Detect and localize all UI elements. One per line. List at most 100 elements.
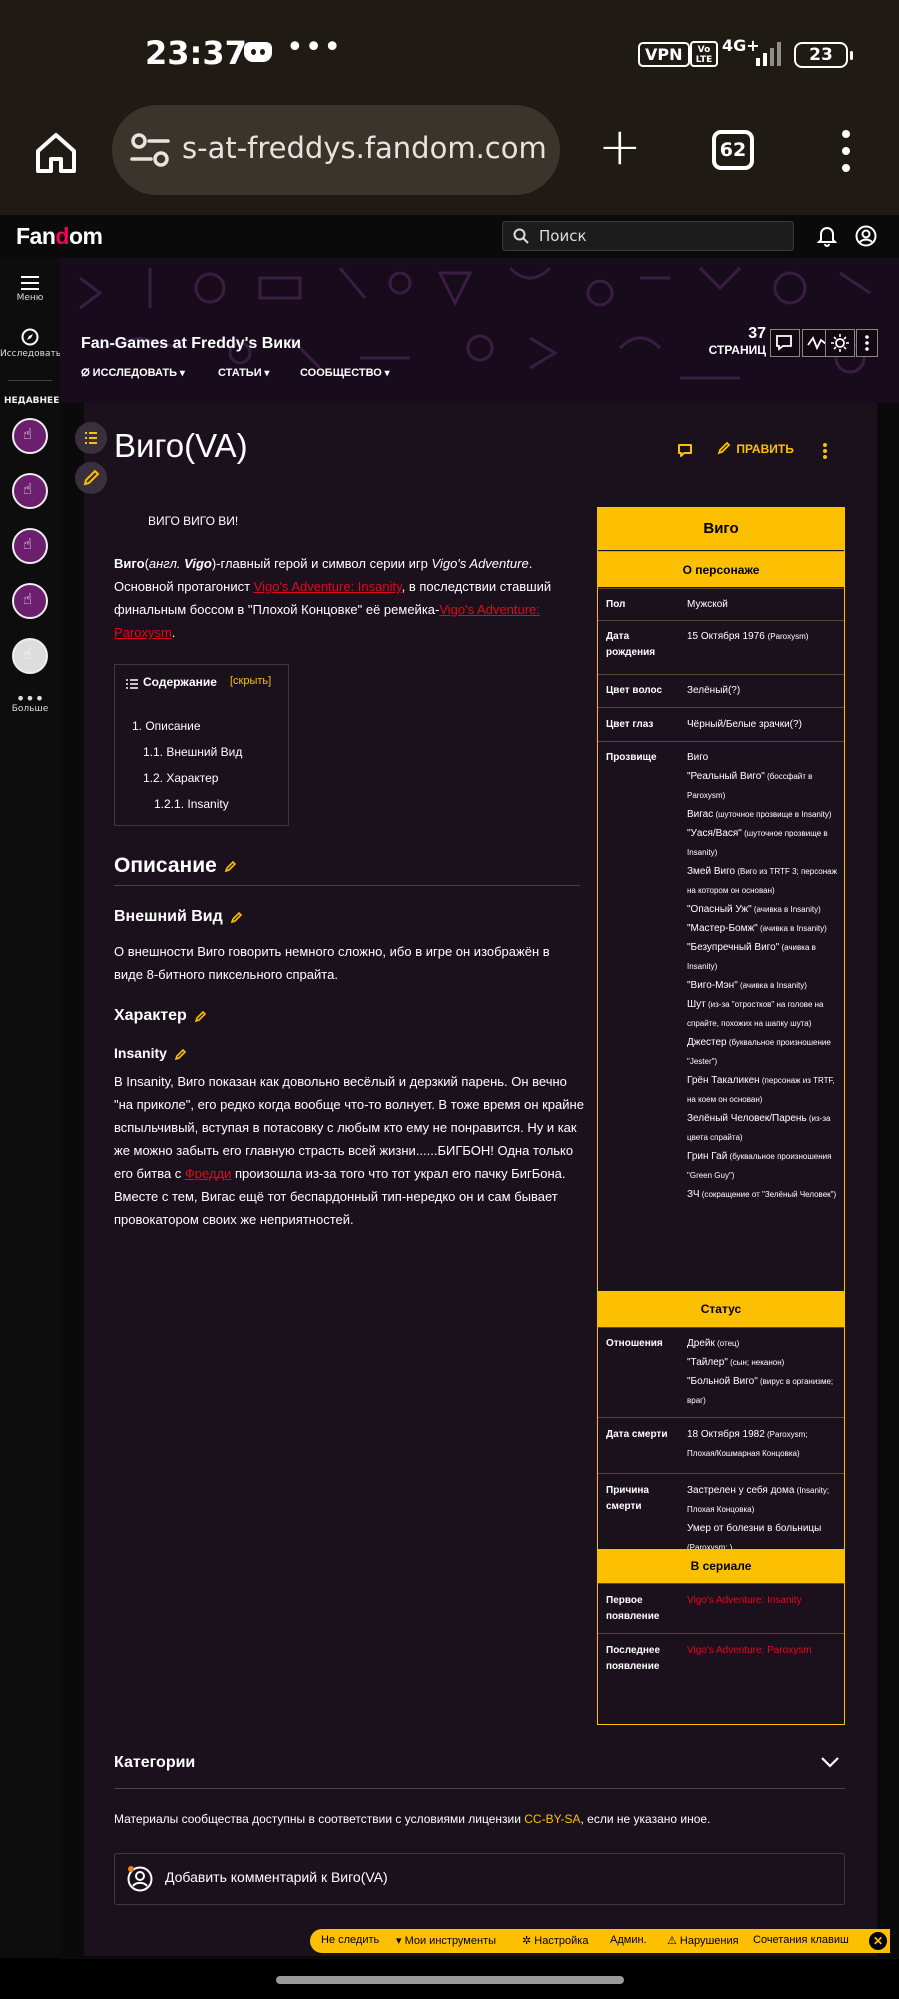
shortcuts-button[interactable]: Сочетания клавиш [753,1934,849,1946]
edit-button[interactable]: ПРАВИТЬ [717,441,794,456]
categories-heading[interactable]: Категории [114,1754,195,1772]
home-indicator[interactable] [276,1976,624,1984]
my-tools-button[interactable]: ▾ Мои инструменты [396,1934,496,1947]
infobox-list-item: "Тайлер" (сын; неканон) [687,1357,785,1368]
infobox-row-eyes: Цвет глаз Чёрный/Белые зрачки(?) [598,707,844,741]
notifications-bell-icon[interactable] [817,225,837,247]
recent-wiki-avatar[interactable] [12,528,48,564]
infobox-list-item: ЗЧ (сокращение от "Зелёный Человек") [687,1189,837,1200]
rail-menu-label: Меню [16,293,44,303]
wiki-tools-more-button[interactable] [856,329,878,357]
recent-wiki-avatar[interactable] [12,418,48,454]
warning-icon: ⚠ [667,1935,680,1947]
fandom-logo[interactable]: Fandom [16,223,103,250]
infobox-row-last: Последнее появление Vigo's Adventure: Pa… [598,1633,844,1723]
recent-wiki-avatar[interactable] [12,638,48,674]
edit-section-icon[interactable] [194,1010,207,1022]
license-notice: Материалы сообщества доступны в соответс… [114,1812,711,1826]
theme-toggle-button[interactable] [825,329,855,357]
infobox-list-item: "Мастер-Бомж" (ачивка в Insanity) [687,923,827,934]
infobox-list-item: Виго [687,752,709,763]
address-bar[interactable]: s-at-freddys.fandom.com [112,105,560,195]
add-comment-box[interactable]: Добавить комментарий к Виго(VA) [114,1853,845,1905]
page-actions-icon[interactable] [823,443,827,459]
infobox-list-item: Шут (из-за "отростков" на голове на спра… [687,999,824,1028]
pencil-icon [83,469,100,486]
infobox-row-cause: Причина смерти Застрелен у себя дома (In… [598,1473,844,1552]
volte-indicator: Vo LTE [690,41,718,67]
comment-icon[interactable] [676,441,694,459]
section-heading-character: Характер [114,1007,207,1025]
chevron-down-icon[interactable] [820,1756,840,1768]
violations-button[interactable]: ⚠ Нарушения [667,1934,739,1947]
tab-switcher-button[interactable]: 62 [712,130,754,170]
quick-edit-button[interactable] [75,462,107,494]
nav-articles[interactable]: СТАТЬИ [218,367,269,379]
home-icon[interactable] [33,130,79,176]
search-icon [513,228,529,244]
rail-explore-label: Исследовать [0,349,60,359]
recent-wiki-avatar[interactable] [12,583,48,619]
nickname-list: Виго "Реальный Виго" (боссфайт в Paroxysm… [687,748,839,1204]
gear-icon: ✲ [522,1935,535,1947]
toc-toggle-button[interactable] [75,422,107,454]
infobox-row-birth: Дата рождения 15 Октября 1976 (Paroxysm) [598,620,844,674]
signal-icon [756,40,786,66]
link-last-appearance[interactable]: Vigo's Adventure: Paroxysm [687,1641,839,1660]
infobox-row-first: Первое появление Vigo's Adventure: Insan… [598,1583,844,1633]
close-toolbar-icon[interactable]: ✕ [869,1932,887,1950]
browser-menu-icon[interactable] [840,130,850,172]
unfollow-button[interactable]: Не следить [321,1934,379,1946]
wiki-title[interactable]: Fan-Games at Freddy's Вики [81,335,301,353]
link-insanity[interactable]: Vigo's Adventure: Insanity [254,579,402,594]
battery-indicator: 23 [794,42,853,68]
wiki-bottom-toolbar: Не следить ▾ Мои инструменты ✲ Настройка… [310,1929,890,1953]
more-dots-icon: ••• [15,689,45,708]
site-settings-icon[interactable] [130,131,170,169]
toc-item[interactable]: 1.1. Внешний Вид [143,745,242,759]
link-first-appearance[interactable]: Vigo's Adventure: Insanity [687,1591,839,1610]
user-account-icon[interactable] [855,225,877,247]
rail-explore[interactable]: Исследовать [0,328,60,359]
infobox-list-item: Дрейк (отец) [687,1338,740,1349]
nav-community[interactable]: СООБЩЕСТВО [300,367,390,379]
infobox-section-series: В сериале [598,1549,844,1583]
link-freddy[interactable]: Фредди [185,1166,232,1181]
infobox-list-item: "Безупречный Виго" (ачивка в Insanity) [687,942,816,971]
infobox-row-relations: Отношения Дрейк (отец) "Тайлер" (сын; нек… [598,1327,844,1417]
appearance-paragraph: О внешности Виго говорить немного сложно… [114,944,550,982]
page-title: Виго(VA) [114,427,248,464]
section-heading-insanity: Insanity [114,1045,187,1061]
discussions-button[interactable] [770,329,800,357]
admin-button[interactable]: Админ. [610,1934,647,1946]
customize-button[interactable]: ✲ Настройка [522,1934,588,1947]
license-link[interactable]: CC-BY-SA [524,1812,580,1826]
insanity-paragraph: В Insanity, Виго показан как довольно ве… [114,1074,584,1227]
pencil-icon [717,441,731,455]
recent-wiki-avatar[interactable] [12,473,48,509]
infobox-list-item: "Уася/Вася" (шуточное прозвище в Insanit… [687,828,828,857]
search-placeholder: Поиск [539,227,587,245]
kebab-icon [865,335,869,351]
toc-item[interactable]: 1.2. Характер [143,771,218,785]
toc-hide-link[interactable]: [скрыть] [230,675,271,687]
toc-item[interactable]: 1. Описание [132,719,201,733]
edit-section-icon[interactable] [230,911,243,923]
toc-item[interactable]: 1.2.1. Insanity [154,797,229,811]
section-divider [114,885,580,886]
rail-recent-label: НЕДАВНЕЕ [4,396,60,406]
infobox-list-item: "Опасный Уж" (ачивка в Insanity) [687,904,821,915]
infobox-list-item: Вигас (шуточное прозвище в Insanity) [687,809,832,820]
infobox-section-status: Статус [598,1291,844,1327]
rail-more[interactable]: ••• Больше [0,689,60,715]
search-input[interactable]: Поиск [502,221,794,251]
status-time: 23:37 [145,34,247,72]
new-tab-icon[interactable]: + [598,120,642,174]
edit-section-icon[interactable] [174,1048,187,1061]
list-icon [126,679,138,689]
rail-menu[interactable]: Меню [0,276,60,303]
edit-section-icon[interactable] [224,860,237,873]
sun-icon [831,334,849,352]
url-text: s-at-freddys.fandom.com [182,131,547,165]
nav-explore[interactable]: ⵁ ИССЛЕДОВАТЬ [81,367,185,379]
